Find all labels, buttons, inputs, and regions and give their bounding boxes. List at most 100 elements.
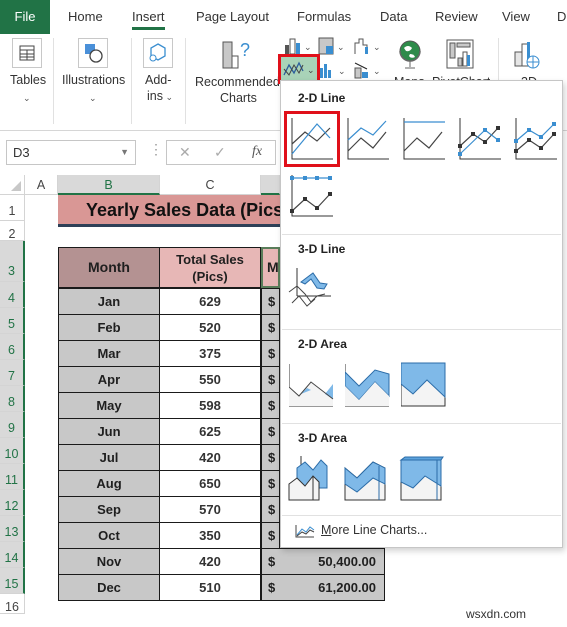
3d-100-stacked-area-option[interactable] — [399, 456, 445, 502]
amount-cell[interactable]: $ — [261, 366, 280, 393]
area-chart-option[interactable] — [289, 362, 335, 408]
tab-more[interactable]: D — [557, 0, 566, 34]
row-header-4[interactable]: 4 — [0, 282, 25, 308]
month-cell[interactable]: Jul — [58, 444, 160, 471]
row-header-11[interactable]: 11 — [0, 464, 25, 490]
row-header-1[interactable]: 1 — [0, 195, 25, 221]
header-amount[interactable]: M — [261, 247, 280, 288]
row-header-7[interactable]: 7 — [0, 360, 25, 386]
row-header-3[interactable]: 3 — [0, 241, 25, 282]
sales-cell[interactable]: 510 — [159, 574, 261, 601]
row-header-6[interactable]: 6 — [0, 334, 25, 360]
cancel-icon[interactable]: ✕ — [179, 144, 191, 161]
amount-cell[interactable]: $ — [261, 496, 280, 523]
column-header-a[interactable]: A — [25, 175, 58, 195]
select-all-corner[interactable] — [0, 175, 25, 195]
month-cell[interactable]: Mar — [58, 340, 160, 367]
header-total-sales[interactable]: Total Sales (Pics) — [159, 247, 261, 288]
100-stacked-line-with-markers-option[interactable] — [289, 173, 335, 219]
tables-chevron-icon[interactable]: ⌄ — [23, 90, 31, 106]
tab-view[interactable]: View — [502, 0, 530, 34]
sales-cell[interactable]: 625 — [159, 418, 261, 445]
column-header-d[interactable] — [261, 175, 280, 195]
tab-formulas[interactable]: Formulas — [297, 0, 351, 34]
amount-cell[interactable]: $ — [261, 470, 280, 497]
formula-bar-grip-icon[interactable]: ⋮ — [149, 141, 163, 158]
3d-map-icon[interactable] — [512, 38, 546, 72]
sales-cell[interactable]: 570 — [159, 496, 261, 523]
100-stacked-area-chart-option[interactable] — [401, 362, 447, 408]
sales-cell[interactable]: 650 — [159, 470, 261, 497]
enter-icon[interactable]: ✓ — [214, 144, 226, 161]
month-cell[interactable]: Nov — [58, 548, 160, 575]
pivotchart-icon[interactable] — [446, 38, 476, 72]
3d-stacked-area-option[interactable] — [343, 456, 389, 502]
row-header-8[interactable]: 8 — [0, 386, 25, 412]
sales-cell[interactable]: 375 — [159, 340, 261, 367]
name-box-dropdown-icon[interactable]: ▼ — [120, 141, 129, 164]
amount-cell[interactable]: $ — [261, 340, 280, 367]
month-cell[interactable]: Feb — [58, 314, 160, 341]
tab-home[interactable]: Home — [68, 0, 103, 34]
hierarchy-chart-icon[interactable]: ⌄ — [318, 37, 348, 55]
row-header-5[interactable]: 5 — [0, 308, 25, 334]
100-stacked-line-chart-option[interactable] — [401, 116, 447, 162]
column-header-c[interactable]: C — [160, 175, 261, 195]
header-month[interactable]: Month — [58, 247, 160, 288]
row-header-15[interactable]: 15 — [0, 568, 25, 594]
amount-cell[interactable]: $61,200.00 — [261, 574, 385, 601]
sales-cell[interactable]: 520 — [159, 314, 261, 341]
3d-line-option[interactable] — [287, 266, 333, 312]
month-cell[interactable]: May — [58, 392, 160, 419]
amount-cell[interactable]: $ — [261, 418, 280, 445]
row-header-9[interactable]: 9 — [0, 412, 25, 438]
illustrations-chevron-icon[interactable]: ⌄ — [89, 90, 97, 106]
amount-cell[interactable]: $ — [261, 444, 280, 471]
stacked-line-chart-option[interactable] — [345, 116, 391, 162]
column-header-b[interactable]: B — [58, 175, 160, 195]
stacked-line-with-markers-option[interactable] — [513, 116, 559, 162]
line-chart-option[interactable] — [284, 111, 340, 167]
row-header-10[interactable]: 10 — [0, 438, 25, 464]
more-line-charts-link[interactable]: More Line Charts... — [295, 523, 427, 538]
recommended-charts-icon[interactable]: ? — [220, 38, 254, 72]
amount-cell[interactable]: $ — [261, 522, 280, 549]
amount-cell[interactable]: $50,400.00 — [261, 548, 385, 575]
row-header-16[interactable]: 16 — [0, 594, 25, 614]
month-cell[interactable]: Jun — [58, 418, 160, 445]
amount-cell[interactable]: $ — [261, 392, 280, 419]
sheet-title[interactable]: Yearly Sales Data (Pics) — [58, 195, 280, 227]
sales-cell[interactable]: 550 — [159, 366, 261, 393]
tab-page-layout[interactable]: Page Layout — [196, 0, 269, 34]
scatter-chart-icon[interactable]: ⌄ — [353, 60, 383, 80]
sales-cell[interactable]: 350 — [159, 522, 261, 549]
amount-cell[interactable]: $ — [261, 288, 280, 315]
sales-cell[interactable]: 420 — [159, 444, 261, 471]
illustrations-button[interactable] — [78, 38, 108, 68]
sales-cell[interactable]: 420 — [159, 548, 261, 575]
tab-data[interactable]: Data — [380, 0, 407, 34]
row-header-12[interactable]: 12 — [0, 490, 25, 516]
insert-function-icon[interactable]: fx — [252, 144, 262, 160]
tab-file[interactable]: File — [0, 0, 50, 34]
tab-review[interactable]: Review — [435, 0, 478, 34]
amount-cell[interactable]: $ — [261, 314, 280, 341]
tables-button[interactable] — [12, 38, 42, 68]
sales-cell[interactable]: 598 — [159, 392, 261, 419]
month-cell[interactable]: Jan — [58, 288, 160, 315]
row-header-14[interactable]: 14 — [0, 542, 25, 568]
statistic-chart-icon[interactable]: ⌄ — [318, 60, 348, 80]
addins-button[interactable] — [143, 38, 173, 68]
waterfall-chart-icon[interactable]: ⌄ — [353, 37, 383, 55]
tab-insert[interactable]: Insert — [132, 0, 165, 34]
month-cell[interactable]: Oct — [58, 522, 160, 549]
row-header-13[interactable]: 13 — [0, 516, 25, 542]
month-cell[interactable]: Dec — [58, 574, 160, 601]
3d-area-option[interactable] — [287, 456, 333, 502]
name-box[interactable]: D3 ▼ — [6, 140, 136, 165]
maps-icon[interactable] — [396, 38, 424, 72]
month-cell[interactable]: Aug — [58, 470, 160, 497]
sales-cell[interactable]: 629 — [159, 288, 261, 315]
column-chart-icon[interactable]: ⌄ — [283, 37, 313, 55]
month-cell[interactable]: Sep — [58, 496, 160, 523]
